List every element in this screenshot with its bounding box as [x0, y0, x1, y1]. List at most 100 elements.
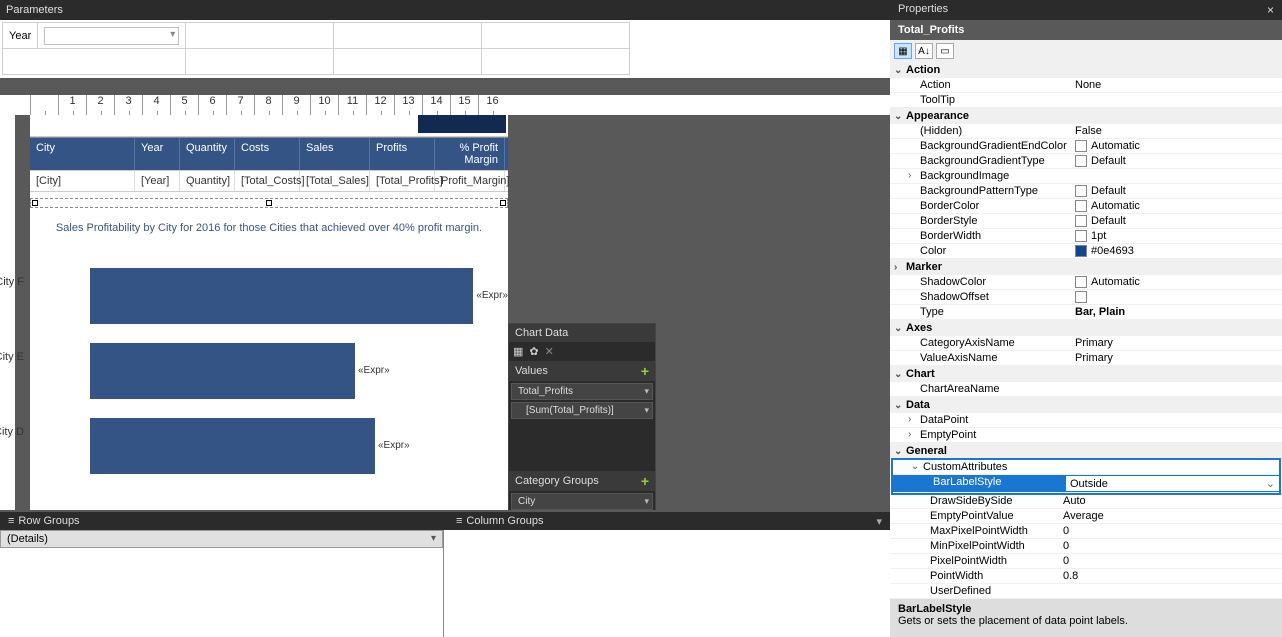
prop-color-v[interactable]: #0e4693 — [1075, 245, 1282, 257]
table-resize-handle[interactable] — [30, 198, 508, 208]
cat-chart[interactable]: ⌄Chart — [890, 366, 1282, 382]
chartdata-toolbar: ▦ ✿ ✕ — [509, 342, 655, 361]
value-agg-sum[interactable]: [Sum(Total_Profits)] — [511, 402, 653, 419]
prop-bwidth-v[interactable]: 1pt — [1075, 230, 1282, 242]
prop-udef-v[interactable] — [1063, 585, 1282, 597]
cat-marker[interactable]: ›Marker — [890, 259, 1282, 275]
prop-scolor-v[interactable]: Automatic — [1075, 276, 1282, 288]
prop-bstyle-v[interactable]: Default — [1075, 215, 1282, 227]
prop-drawside-v[interactable]: Auto — [1063, 495, 1282, 507]
prop-dpoint-k[interactable]: DataPoint — [920, 414, 1063, 426]
prop-carea-k: ChartAreaName — [920, 383, 1075, 395]
prop-bcolor-k: BorderColor — [920, 200, 1075, 212]
th-qty: Quantity — [180, 138, 235, 170]
prop-barlabelstyle-row[interactable]: BarLabelStyle Outside⌄ — [893, 475, 1279, 493]
chart-area[interactable]: City F «Expr» City E «Expr» City D «Expr… — [30, 248, 508, 483]
selected-object[interactable]: Total_Profits — [890, 20, 1282, 40]
parameters-title: Parameters — [0, 0, 890, 20]
param-empty-7 — [482, 49, 630, 75]
add-value-icon[interactable]: + — [641, 363, 649, 379]
bar-f[interactable] — [90, 268, 473, 324]
prop-ppw-k: PixelPointWidth — [930, 555, 1063, 567]
catgroup-item-city[interactable]: City — [511, 493, 653, 510]
grid-icon[interactable]: ▦ — [513, 345, 523, 358]
add-catgroup-icon[interactable]: + — [641, 473, 649, 489]
prop-bgimg-k[interactable]: BackgroundImage — [920, 170, 1063, 182]
details-label: (Details) — [7, 533, 48, 545]
details-group-row[interactable]: (Details) — [0, 530, 443, 548]
prop-catax-v[interactable]: Primary — [1075, 337, 1282, 349]
table-header: City Year Quantity Costs Sales Profits %… — [30, 137, 508, 170]
prop-dpoint-v[interactable] — [1063, 414, 1282, 426]
cat-axes[interactable]: ⌄Axes — [890, 320, 1282, 336]
prop-hidden-k: (Hidden) — [920, 125, 1075, 137]
prop-epoint-k[interactable]: EmptyPoint — [920, 429, 1063, 441]
prop-type-v[interactable]: Bar, Plain — [1075, 306, 1282, 318]
close-icon[interactable]: ✕ — [545, 345, 554, 358]
prop-minpw-v[interactable]: 0 — [1063, 540, 1282, 552]
bar-row-f: City F «Expr» — [90, 258, 508, 333]
bar-expr-e: «Expr» — [358, 365, 390, 376]
param-year-select[interactable] — [44, 27, 179, 45]
bar-d[interactable] — [90, 418, 375, 474]
bar-expr-f: «Expr» — [476, 290, 508, 301]
cat-general[interactable]: ⌄General — [890, 443, 1282, 459]
prop-bgend-v[interactable]: Automatic — [1075, 140, 1282, 152]
prop-action-v[interactable]: None — [1075, 79, 1282, 91]
prop-hidden-v[interactable]: False — [1075, 125, 1282, 137]
chartdata-title: Chart Data — [509, 324, 655, 342]
prop-maxpw-k: MaxPixelPointWidth — [930, 525, 1063, 537]
prop-bcolor-v[interactable]: Automatic — [1075, 200, 1282, 212]
cat-action[interactable]: ⌄Action — [890, 62, 1282, 78]
props-title-text: Properties — [898, 3, 948, 17]
th-profits: Profits — [370, 138, 435, 170]
prop-valax-v[interactable]: Primary — [1075, 352, 1282, 364]
header-logo-block — [418, 115, 506, 133]
td-qty: Quantity] — [180, 171, 235, 191]
prop-emptyval-v[interactable]: Average — [1063, 510, 1282, 522]
prop-bptrn-v[interactable]: Default — [1075, 185, 1282, 197]
colgroups-icon: ≡ — [456, 515, 462, 527]
categorized-icon[interactable]: ▦ — [894, 43, 912, 59]
alphabetical-icon[interactable]: A↓ — [915, 43, 933, 59]
prop-tooltip-v[interactable] — [1075, 94, 1282, 106]
chart-data-panel[interactable]: Chart Data ▦ ✿ ✕ Values + Total_Profits … — [508, 323, 656, 510]
design-surface[interactable]: City Year Quantity Costs Sales Profits %… — [0, 115, 890, 510]
prop-custom-v[interactable] — [1066, 461, 1279, 473]
catgroups-label: Category Groups — [515, 475, 599, 487]
prop-emptyval-k: EmptyPointValue — [930, 510, 1063, 522]
value-item-total-profits[interactable]: Total_Profits — [511, 383, 653, 400]
table-row[interactable]: [City] [Year] Quantity] [Total_Costs] [T… — [30, 170, 508, 192]
cat-data[interactable]: ⌄Data — [890, 397, 1282, 413]
td-sales: [Total_Sales] — [300, 171, 370, 191]
bar-expr-d: «Expr» — [378, 440, 410, 451]
close-icon[interactable]: × — [1267, 3, 1274, 17]
prop-maxpw-v[interactable]: 0 — [1063, 525, 1282, 537]
bar-row-d: City D «Expr» — [90, 408, 508, 483]
prop-soff-v[interactable] — [1075, 291, 1282, 303]
bar-e[interactable] — [90, 343, 355, 399]
prop-bgtype-v[interactable]: Default — [1075, 155, 1282, 167]
th-year: Year — [135, 138, 180, 170]
prop-bgimg-v[interactable] — [1063, 170, 1282, 182]
prop-minpw-k: MinPixelPointWidth — [930, 540, 1063, 552]
gear-icon[interactable]: ✿ — [529, 345, 538, 358]
cat-appearance[interactable]: ⌄Appearance — [890, 108, 1282, 124]
td-city: [City] — [30, 171, 135, 191]
colgroups-label: Column Groups — [466, 515, 543, 527]
prop-ppw-v[interactable]: 0 — [1063, 555, 1282, 567]
groups-chevron-icon[interactable]: ▾ — [876, 515, 882, 528]
th-costs: Costs — [235, 138, 300, 170]
footer-desc: Gets or sets the placement of data point… — [898, 615, 1274, 627]
prop-custom-k[interactable]: CustomAttributes — [923, 461, 1066, 473]
report-canvas[interactable]: City Year Quantity Costs Sales Profits %… — [30, 115, 508, 510]
property-pages-icon[interactable]: ▭ — [936, 43, 954, 59]
param-empty-1 — [186, 23, 334, 49]
prop-action-k: Action — [920, 79, 1075, 91]
prop-barlabel-v[interactable]: Outside⌄ — [1066, 476, 1279, 491]
props-body[interactable]: ⌄Action ActionNone ToolTip ⌄Appearance (… — [890, 62, 1282, 599]
prop-carea-v[interactable] — [1075, 383, 1282, 395]
chart-title[interactable]: Sales Profitability by City for 2016 for… — [30, 208, 508, 248]
prop-pw-v[interactable]: 0.8 — [1063, 570, 1282, 582]
prop-epoint-v[interactable] — [1063, 429, 1282, 441]
